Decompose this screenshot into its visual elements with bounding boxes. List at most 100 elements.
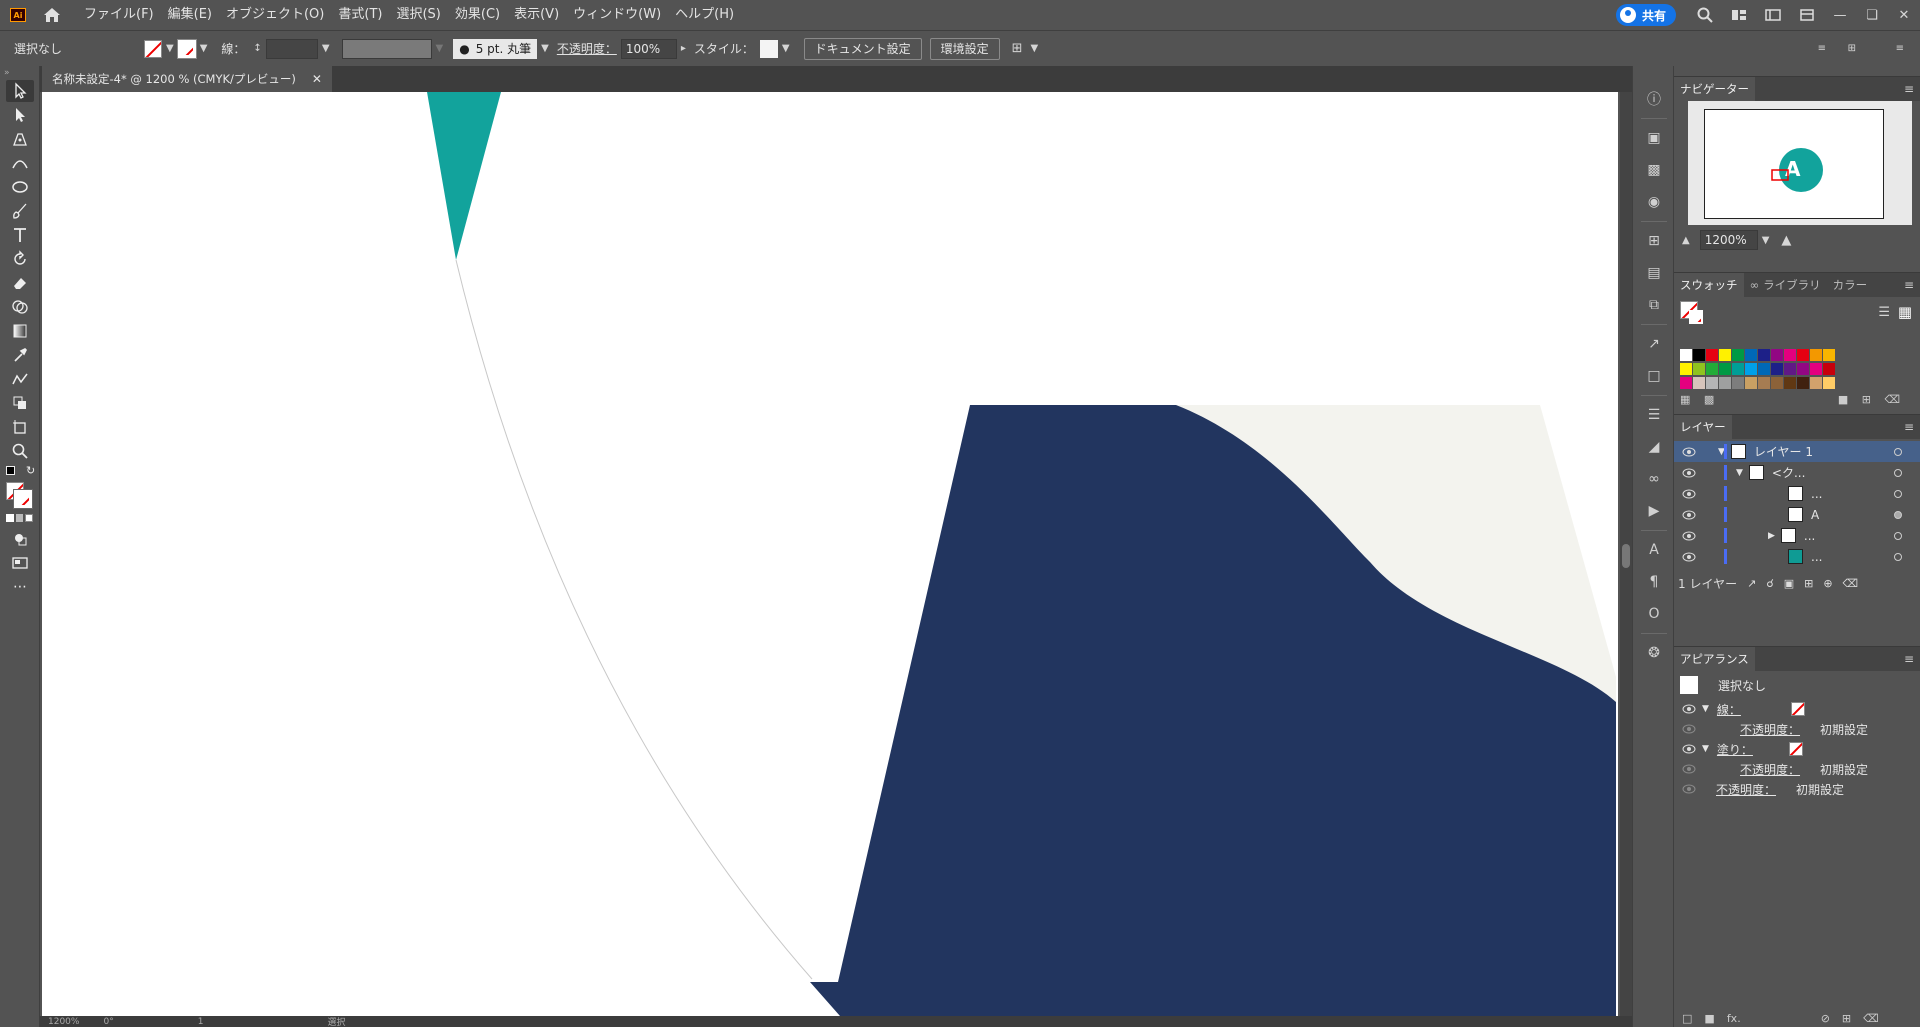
stroke-icon[interactable] — [13, 489, 33, 509]
align-panel-icon[interactable]: ▤ — [1641, 260, 1667, 286]
layer-name[interactable]: レイヤー 1 — [1754, 443, 1813, 460]
color-swatch[interactable] — [1745, 349, 1757, 361]
collapse-toolbar-icon[interactable]: » — [0, 66, 39, 80]
fill-swatch[interactable] — [1788, 742, 1803, 756]
visibility-eye-icon[interactable] — [1682, 468, 1696, 478]
transparency-icon[interactable]: ◉ — [1641, 189, 1667, 215]
appearance-fill-row[interactable]: ▼ 塗り： — [1674, 739, 1920, 759]
symbols-icon[interactable]: ▣ — [1641, 125, 1667, 151]
target-circle-icon[interactable] — [1894, 468, 1902, 477]
color-swatch[interactable] — [1797, 349, 1809, 361]
shape-builder-tool-icon[interactable] — [6, 296, 34, 318]
color-icon[interactable] — [6, 514, 14, 522]
transform-icon[interactable]: ⊞ — [1848, 43, 1856, 54]
color-swatch[interactable] — [1771, 349, 1783, 361]
color-swatch[interactable] — [1810, 377, 1822, 389]
stroke-weight-input[interactable] — [265, 38, 318, 59]
stroke-label[interactable]: 線： — [1717, 701, 1741, 718]
show-kinds-icon[interactable]: ▩ — [1704, 393, 1714, 406]
color-swatch[interactable] — [1823, 377, 1835, 389]
panel-menu-icon[interactable]: ≡ — [1904, 278, 1914, 292]
opacity-label[interactable]: 不透明度： — [1740, 721, 1800, 738]
chevron-right-icon[interactable]: ▸ — [681, 43, 686, 54]
home-icon[interactable] — [43, 7, 61, 23]
chevron-down-icon[interactable]: ▼ — [200, 43, 208, 54]
locate-object-icon[interactable]: ☌ — [1766, 577, 1773, 590]
chevron-down-icon[interactable]: ▼ — [1031, 43, 1039, 54]
arrange-documents-icon[interactable] — [1730, 6, 1748, 24]
live-paint-tool-icon[interactable] — [6, 392, 34, 414]
chevron-down-icon[interactable]: ▼ — [1762, 235, 1770, 246]
paintbrush-tool-icon[interactable] — [6, 200, 34, 222]
direct-selection-tool-icon[interactable] — [6, 104, 34, 126]
swatch-fill-stroke-indicator[interactable] — [1680, 301, 1710, 331]
color-swatch[interactable] — [1680, 349, 1692, 361]
stroke-swatch[interactable] — [176, 38, 197, 59]
visibility-eye-icon[interactable] — [1682, 724, 1696, 734]
color-swatch[interactable] — [1797, 363, 1809, 375]
menu-edit[interactable]: 編集(E) — [161, 0, 219, 30]
close-window-icon[interactable]: ✕ — [1888, 8, 1920, 23]
graphic-style-swatch[interactable] — [759, 39, 778, 58]
zoom-out-icon[interactable]: ▲ — [1682, 235, 1690, 246]
panel-menu-icon[interactable]: ≡ — [1904, 420, 1914, 434]
layer-name[interactable]: ... — [1811, 550, 1822, 564]
color-swatch[interactable] — [1732, 377, 1744, 389]
new-sublayer-icon[interactable]: ⊞ — [1804, 577, 1813, 590]
zoom-tool-icon[interactable] — [6, 440, 34, 462]
fill-swatch[interactable] — [144, 39, 162, 58]
color-swatch[interactable] — [1732, 349, 1744, 361]
new-color-group-icon[interactable]: ■ — [1838, 393, 1848, 406]
color-swatch[interactable] — [1706, 363, 1718, 375]
layer-row[interactable]: ▼ <ク... — [1674, 462, 1920, 483]
visibility-eye-icon[interactable] — [1682, 704, 1696, 714]
workspace-icon[interactable] — [1764, 6, 1782, 24]
swatch-stroke-icon[interactable] — [1689, 310, 1703, 324]
color-swatch[interactable] — [1771, 363, 1783, 375]
tab-libraries[interactable]: ∞ ライブラリ — [1744, 273, 1827, 297]
default-colors-icon[interactable]: ↻ — [6, 464, 35, 480]
brush-definition[interactable]: ● 5 pt. 丸筆 — [453, 38, 538, 59]
chevron-down-icon[interactable]: ▼ — [541, 43, 549, 54]
layer-row[interactable]: ... — [1674, 546, 1920, 567]
search-icon[interactable] — [1696, 6, 1714, 24]
tab-swatches[interactable]: スウォッチ — [1674, 273, 1744, 297]
color-swatch[interactable] — [1693, 377, 1705, 389]
ellipse-tool-icon[interactable] — [6, 176, 34, 198]
comments-icon[interactable]: □ — [1641, 363, 1667, 389]
menu-effect[interactable]: 効果(C) — [448, 0, 507, 30]
color-swatch[interactable] — [1732, 363, 1744, 375]
status-zoom[interactable]: 1200% — [48, 1017, 79, 1027]
arrange-icon[interactable]: ⊞ — [1012, 41, 1023, 56]
minimize-icon[interactable]: — — [1824, 8, 1856, 23]
add-fill-icon[interactable]: ■ — [1704, 1012, 1714, 1025]
color-swatch[interactable] — [1706, 349, 1718, 361]
color-swatch[interactable] — [1784, 363, 1796, 375]
artboard-tool-icon[interactable] — [6, 416, 34, 438]
control-menu-icon[interactable]: ≡ — [1896, 43, 1904, 54]
zoom-in-icon[interactable]: ▲ — [1781, 233, 1791, 248]
opacity-label[interactable]: 不透明度： — [557, 40, 617, 57]
navigator-thumbnail[interactable]: A — [1704, 109, 1884, 219]
fill-label[interactable]: 塗り： — [1717, 741, 1753, 758]
layer-row[interactable]: ▼ レイヤー 1 — [1674, 441, 1920, 462]
paragraph-icon[interactable]: ¶ — [1641, 569, 1667, 595]
layer-row[interactable]: A — [1674, 504, 1920, 525]
color-swatch[interactable] — [1810, 363, 1822, 375]
trash-icon[interactable]: ⌫ — [1843, 577, 1859, 590]
color-swatch[interactable] — [1693, 363, 1705, 375]
opentype-icon[interactable]: O — [1641, 601, 1667, 627]
status-angle[interactable]: 0° — [103, 1017, 113, 1027]
opacity-input[interactable]: 100% — [620, 38, 677, 59]
list-view-icon[interactable]: ☰ — [1878, 305, 1890, 320]
selection-tool-icon[interactable] — [6, 80, 34, 102]
layer-name[interactable]: ... — [1804, 529, 1815, 543]
visibility-eye-icon[interactable] — [1682, 489, 1696, 499]
tab-navigator[interactable]: ナビゲーター — [1674, 77, 1755, 101]
curvature-tool-icon[interactable] — [6, 152, 34, 174]
gradient-tool-icon[interactable] — [6, 320, 34, 342]
color-swatch[interactable] — [1771, 377, 1783, 389]
visibility-eye-icon[interactable] — [1682, 552, 1696, 562]
duplicate-item-icon[interactable]: ⊞ — [1842, 1012, 1851, 1025]
color-swatch[interactable] — [1784, 349, 1796, 361]
